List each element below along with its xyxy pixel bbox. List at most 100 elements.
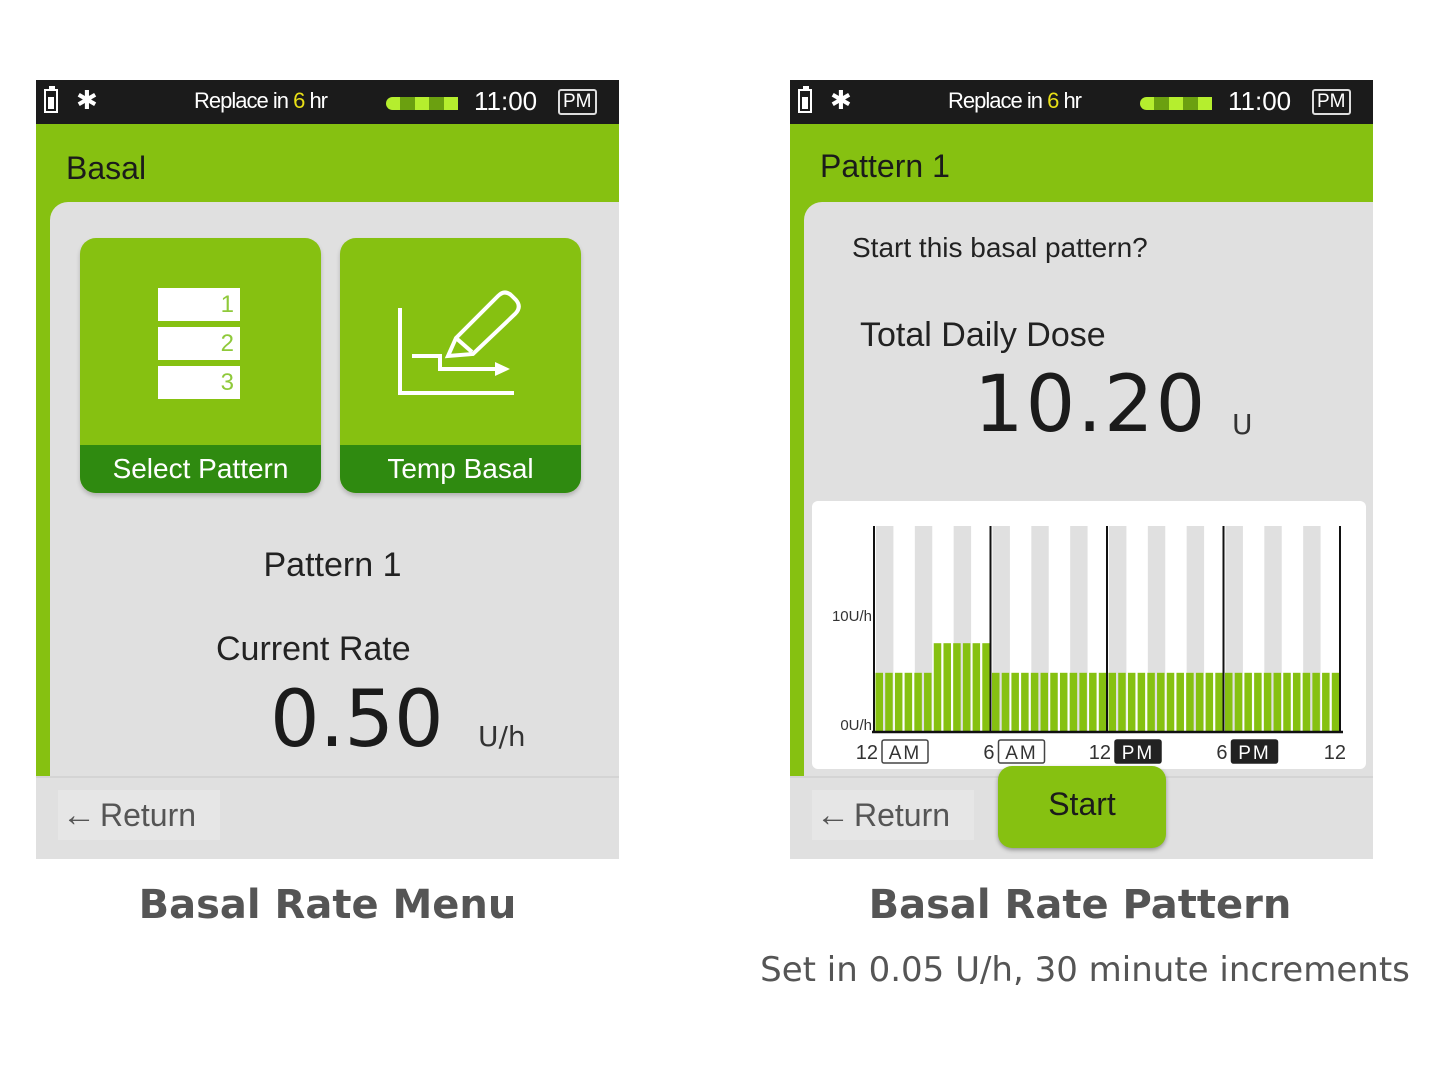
clock-ampm: PM (558, 89, 597, 115)
start-button[interactable]: Start (998, 766, 1166, 848)
clock-time: 11:00 (1228, 86, 1292, 116)
temp-basal-button[interactable]: Temp Basal (340, 238, 581, 493)
reservoir-level-icon (386, 97, 459, 110)
bluetooth-icon: ✱ (830, 86, 852, 116)
basal-bar (1147, 672, 1155, 732)
screen-footer: ← Return (36, 776, 619, 859)
basal-bar (904, 672, 913, 732)
x-tick-label: 12 (1324, 742, 1346, 764)
basal-bar (924, 672, 932, 732)
basal-bar (1244, 672, 1252, 732)
basal-bar (1069, 672, 1078, 732)
replace-reminder: Replace in 6 hr (194, 88, 328, 114)
basal-bar (1273, 672, 1282, 732)
basal-bar (1195, 672, 1204, 732)
total-daily-dose-unit: U (1232, 408, 1253, 441)
basal-bar (943, 643, 951, 732)
battery-icon (798, 86, 812, 113)
basal-bar (1176, 672, 1184, 732)
basal-bar (982, 643, 990, 732)
replace-hours: 6 (293, 88, 305, 113)
basal-bar (1098, 672, 1107, 732)
current-rate-label: Current Rate (216, 630, 411, 668)
clock-ampm: PM (1312, 89, 1351, 115)
x-tick-period: AM (889, 743, 922, 764)
select-pattern-label: Select Pattern (80, 445, 321, 493)
basal-bar (933, 643, 942, 732)
basal-bar (972, 643, 981, 732)
status-bar: ✱ Replace in 6 hr 11:00 PM (36, 80, 619, 124)
total-daily-dose-value: 10.20 (974, 360, 1208, 450)
active-pattern-name: Pattern 1 (263, 546, 402, 584)
basal-bar (1331, 672, 1340, 732)
replace-suffix: hr (304, 88, 328, 113)
list-number: 2 (158, 327, 240, 360)
basal-bar (1021, 672, 1029, 732)
basal-pattern-screen: ✱ Replace in 6 hr 11:00 PM Pattern 1 Sta… (790, 80, 1373, 859)
x-tick-period: PM (1238, 743, 1271, 764)
basal-bar (885, 672, 893, 732)
basal-bar (1050, 672, 1058, 732)
basal-bar (1322, 672, 1330, 732)
return-label: Return (854, 797, 951, 833)
basal-bar (1312, 672, 1320, 732)
basal-bar (1263, 672, 1272, 732)
list-number: 1 (158, 288, 240, 321)
subcaption-increments: Set in 0.05 U/h, 30 minute increments (760, 950, 1410, 990)
basal-bar (914, 672, 922, 732)
basal-bar (1254, 672, 1262, 732)
basal-bar (1292, 672, 1301, 732)
return-label: Return (100, 797, 197, 833)
return-button[interactable]: ← Return (58, 790, 220, 840)
replace-hours: 6 (1047, 88, 1059, 113)
basal-bar (1108, 672, 1117, 732)
basal-bar (1205, 672, 1214, 732)
basal-bar (953, 643, 961, 732)
basal-bar (1059, 672, 1068, 732)
y-tick-label: 10U/h (832, 608, 872, 625)
caption-basal-rate-menu: Basal Rate Menu (138, 882, 517, 928)
replace-reminder: Replace in 6 hr (948, 88, 1082, 114)
clock-time: 11:00 (474, 86, 538, 116)
basal-bar (962, 643, 971, 732)
basal-bar (1011, 672, 1019, 732)
battery-icon (44, 86, 58, 113)
basal-bar (1030, 672, 1039, 732)
basal-bar (1040, 672, 1049, 732)
temp-basal-label: Temp Basal (340, 445, 581, 493)
basal-bar (1137, 672, 1146, 732)
reservoir-level-icon (1140, 97, 1213, 110)
basal-bar (1302, 672, 1311, 732)
basal-bar (1234, 672, 1243, 732)
x-tick-label: 6 (1216, 742, 1227, 764)
x-tick-label: 12 (856, 742, 878, 764)
basal-bar (1283, 672, 1291, 732)
status-bar: ✱ Replace in 6 hr 11:00 PM (790, 80, 1373, 124)
replace-suffix: hr (1058, 88, 1082, 113)
x-tick-label: 12 (1089, 742, 1111, 764)
list-number: 3 (158, 366, 240, 399)
total-daily-dose-label: Total Daily Dose (860, 316, 1106, 354)
basal-bar (894, 672, 903, 732)
basal-bar (1001, 672, 1010, 732)
basal-bar (875, 672, 884, 732)
basal-pattern-chart: 0U/h 10U/h 12 AM 6 AM 12 PM 6 PM 12 (832, 526, 1346, 764)
select-pattern-button[interactable]: 1 2 3 Select Pattern (80, 238, 321, 493)
return-button[interactable]: ← Return (812, 790, 974, 840)
basal-bar (1157, 672, 1165, 732)
basal-bar (1166, 672, 1175, 732)
confirm-question: Start this basal pattern? (852, 232, 1148, 263)
pattern-list-icon: 1 2 3 (158, 288, 240, 405)
basal-bar (1089, 672, 1097, 732)
basal-bar (1225, 672, 1233, 732)
basal-bar (1118, 672, 1126, 732)
basal-bar (992, 672, 1000, 732)
x-tick-period: PM (1122, 743, 1155, 764)
basal-pattern-chart-card: 0U/h 10U/h 12 AM 6 AM 12 PM 6 PM 12 (812, 501, 1366, 769)
current-rate-unit: U/h (478, 720, 526, 753)
basal-menu-screen: ✱ Replace in 6 hr 11:00 PM Basal 1 2 3 S… (36, 80, 619, 859)
caption-basal-rate-pattern: Basal Rate Pattern (868, 882, 1292, 928)
chart-edit-icon (398, 290, 521, 395)
arrow-left-icon: ← (816, 796, 850, 834)
replace-prefix: Replace in (194, 88, 294, 113)
